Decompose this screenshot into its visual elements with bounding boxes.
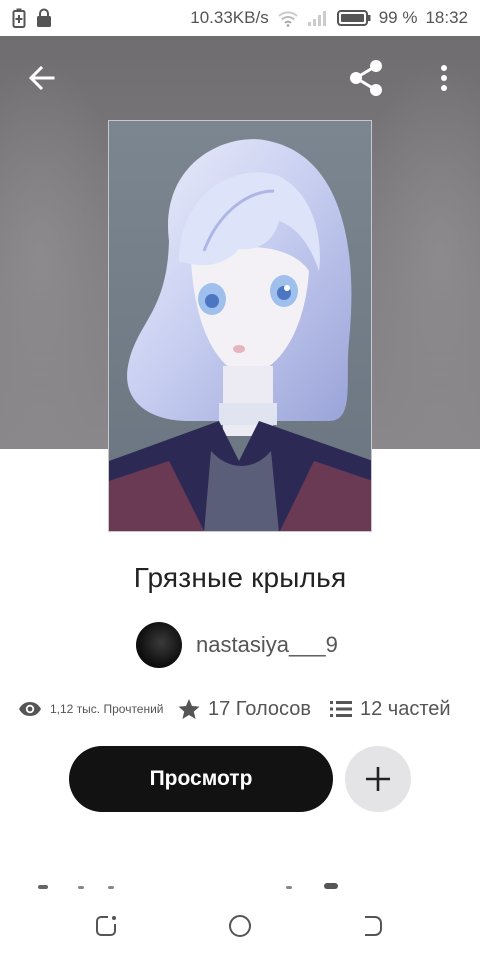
share-button[interactable] — [342, 54, 390, 102]
story-cover[interactable] — [108, 120, 372, 532]
app-toolbar — [0, 44, 480, 114]
more-options-button[interactable] — [420, 54, 468, 102]
votes-count: 17 Голосов — [208, 697, 311, 720]
story-stats: 1,12 тыс. Прочтений 17 Голосов 12 частей — [18, 692, 468, 726]
recents-icon — [96, 916, 116, 936]
system-back-button[interactable] — [353, 906, 393, 946]
battery-percent: 99 % — [378, 8, 418, 27]
home-circle-icon — [229, 915, 251, 937]
lock-icon — [36, 8, 52, 28]
back-nav-icon — [365, 916, 382, 936]
battery-icon — [336, 10, 371, 26]
author-link[interactable]: nastasiya___9 — [136, 622, 338, 668]
reads-stat: 1,12 тыс. Прочтений — [18, 701, 178, 717]
read-button[interactable]: Просмотр — [69, 746, 333, 812]
avatar — [136, 622, 182, 668]
description-preview — [38, 883, 338, 889]
add-to-library-button[interactable] — [345, 746, 411, 812]
system-nav-bar — [0, 890, 480, 960]
list-icon — [330, 701, 352, 717]
status-bar: 10.33KB/s 99 % 18:32 — [0, 0, 480, 36]
signal-icon — [307, 9, 329, 27]
parts-stat: 12 частей — [330, 698, 451, 721]
eye-icon — [19, 702, 41, 716]
plus-icon — [366, 767, 390, 791]
back-button[interactable] — [18, 54, 66, 102]
reads-count: 1,12 тыс. Прочтений — [50, 702, 164, 716]
network-speed: 10.33KB/s — [190, 8, 269, 27]
home-button[interactable] — [220, 906, 260, 946]
recents-button[interactable] — [87, 906, 127, 946]
wifi-icon — [277, 9, 299, 27]
share-icon — [350, 60, 382, 96]
votes-stat: 17 Голосов — [178, 698, 324, 721]
arrow-left-icon — [28, 65, 55, 91]
clock: 18:32 — [425, 8, 468, 27]
story-title: Грязные крылья — [133, 562, 347, 593]
author-name: nastasiya___9 — [196, 632, 338, 657]
star-icon — [178, 699, 200, 719]
parts-count: 12 частей — [360, 697, 451, 720]
battery-saver-icon — [12, 8, 26, 28]
more-vertical-icon — [441, 65, 447, 91]
cover-illustration — [109, 121, 371, 531]
